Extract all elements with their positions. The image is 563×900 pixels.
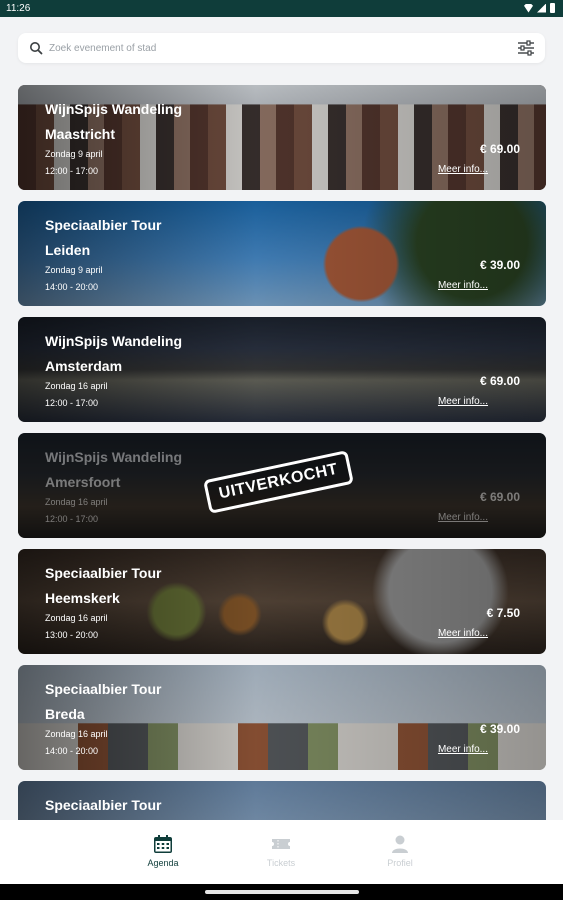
tab-agenda[interactable]: Agenda: [133, 834, 193, 868]
event-price: € 69.00: [479, 142, 520, 156]
event-price: € 69.00: [479, 490, 520, 504]
event-date: Zondag 16 april: [45, 613, 108, 623]
calendar-icon: [154, 835, 172, 853]
more-info-link[interactable]: Meer info...: [438, 164, 488, 175]
event-title: Speciaalbier Tour: [45, 797, 162, 813]
event-time: 12:00 - 17:00: [45, 166, 99, 176]
tab-tickets-label: Tickets: [266, 858, 296, 868]
event-time: 14:00 - 20:00: [45, 746, 99, 756]
more-info-link[interactable]: Meer info...: [438, 280, 488, 291]
event-price: € 69.00: [479, 374, 520, 388]
more-info-link[interactable]: Meer info...: [438, 744, 488, 755]
system-navigation-bar: [0, 884, 563, 900]
event-card-heemskerk[interactable]: Speciaalbier Tour Heemskerk Zondag 16 ap…: [18, 549, 546, 654]
event-card-amsterdam[interactable]: WijnSpijs Wandeling Amsterdam Zondag 16 …: [18, 317, 546, 422]
event-title: WijnSpijs Wandeling Maastricht: [45, 101, 183, 142]
event-price: € 39.00: [479, 258, 520, 272]
event-date: Zondag 9 april: [45, 149, 103, 159]
tab-profiel-label: Profiel: [387, 858, 413, 868]
tab-agenda-label: Agenda: [147, 858, 179, 868]
event-title: Speciaalbier Tour Breda: [45, 681, 162, 722]
status-bar: 11:26: [0, 0, 563, 17]
event-title: Speciaalbier Tour Leiden: [45, 217, 162, 258]
wifi-icon: [524, 3, 533, 13]
event-date: Zondag 9 april: [45, 265, 103, 275]
person-icon: [392, 835, 408, 853]
event-price: € 39.00: [479, 722, 520, 736]
event-title: WijnSpijs Wandeling Amsterdam: [45, 333, 183, 374]
event-card-maastricht[interactable]: WijnSpijs Wandeling Maastricht Zondag 9 …: [18, 85, 546, 190]
event-time: 12:00 - 17:00: [45, 514, 99, 524]
status-icons: [524, 3, 555, 13]
more-info-link[interactable]: Meer info...: [438, 512, 488, 523]
home-gesture-bar[interactable]: [205, 890, 359, 894]
search-icon: [30, 42, 43, 55]
event-time: 14:00 - 20:00: [45, 282, 99, 292]
search-input[interactable]: [49, 38, 489, 58]
event-time: 13:00 - 20:00: [45, 630, 99, 640]
event-date: Zondag 16 april: [45, 381, 108, 391]
bottom-tab-bar: Agenda Tickets Profiel: [0, 820, 563, 884]
event-date: Zondag 16 april: [45, 497, 108, 507]
event-card-leiden[interactable]: Speciaalbier Tour Leiden Zondag 9 april …: [18, 201, 546, 306]
search-bar[interactable]: [18, 33, 545, 63]
ticket-icon: [272, 839, 290, 849]
event-list[interactable]: WijnSpijs Wandeling Maastricht Zondag 9 …: [18, 85, 546, 820]
tab-profiel[interactable]: Profiel: [370, 834, 430, 868]
event-card-partial[interactable]: Speciaalbier Tour: [18, 781, 546, 820]
signal-icon: [537, 3, 546, 13]
more-info-link[interactable]: Meer info...: [438, 396, 488, 407]
filter-icon[interactable]: [517, 40, 535, 56]
event-date: Zondag 16 april: [45, 729, 108, 739]
more-info-link[interactable]: Meer info...: [438, 628, 488, 639]
status-time: 11:26: [6, 3, 31, 14]
event-card-amersfoort[interactable]: WijnSpijs Wandeling Amersfoort Zondag 16…: [18, 433, 546, 538]
tab-tickets[interactable]: Tickets: [251, 834, 311, 868]
event-title: Speciaalbier Tour Heemskerk: [45, 565, 162, 606]
battery-icon: [550, 3, 555, 13]
event-time: 12:00 - 17:00: [45, 398, 99, 408]
event-card-breda[interactable]: Speciaalbier Tour Breda Zondag 16 april …: [18, 665, 546, 770]
event-price: € 7.50: [486, 606, 520, 620]
